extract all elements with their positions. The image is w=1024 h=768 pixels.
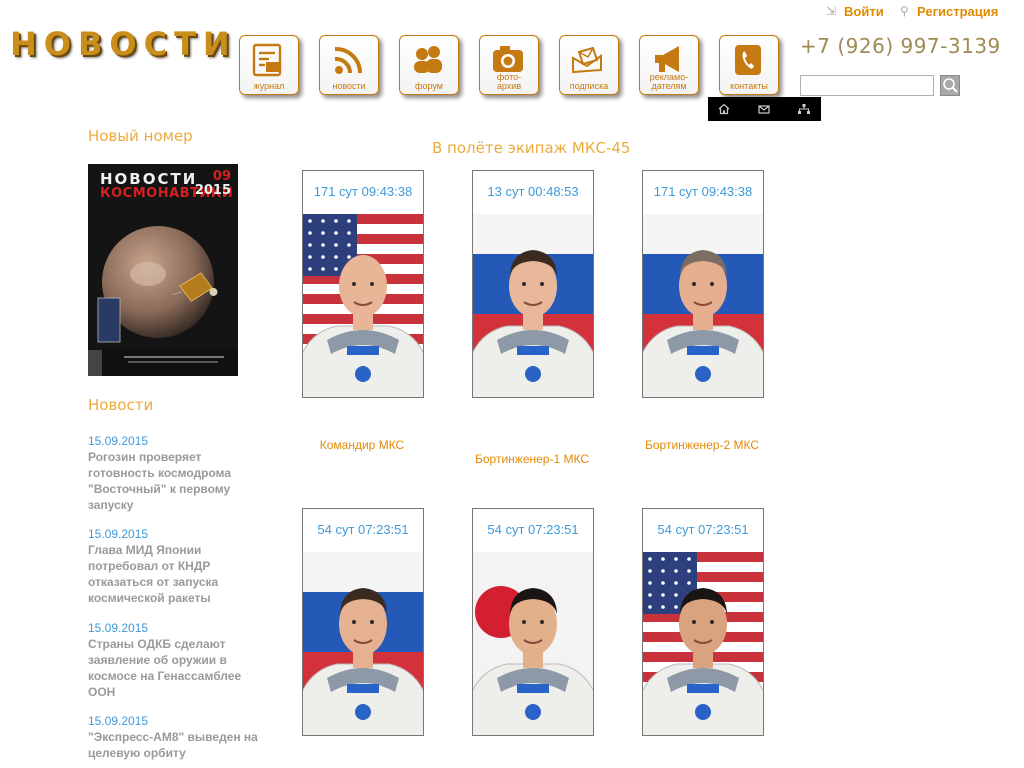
news-headline[interactable]: Глава МИД Японии потребовал от КНДР отка… (88, 542, 264, 606)
nav-button-2[interactable]: новости (319, 35, 379, 95)
crew-section-title: В полёте экипаж МКС-45 (432, 139, 631, 157)
search-input[interactable] (800, 75, 934, 96)
nav-button-6[interactable]: рекламо- дателям (639, 35, 699, 95)
news-item[interactable]: 15.09.2015 Рогозин проверяет готовность к… (88, 434, 264, 513)
flight-timer: 13 сут 00:48:53 (487, 184, 579, 199)
crew-photo[interactable] (643, 552, 763, 735)
nav-button-7[interactable]: контакты (719, 35, 779, 95)
nav-label: фото- архив (496, 72, 522, 91)
register-icon: ⚲ (900, 4, 909, 18)
nav-button-5[interactable]: подписка (559, 35, 619, 95)
new-issue-title: Новый номер (88, 127, 193, 145)
nav-label: контакты (730, 81, 768, 91)
site-logo[interactable]: НОВОСТИ (10, 26, 237, 62)
crew-card[interactable]: 171 сут 09:43:38 (642, 170, 764, 398)
nav-button-1[interactable]: журнал (239, 35, 299, 95)
crew-card[interactable]: 54 сут 07:23:51 (302, 508, 424, 736)
crew-card[interactable]: 54 сут 07:23:51 (472, 508, 594, 736)
news-title: Новости (88, 396, 154, 414)
news-item[interactable]: 15.09.2015 Глава МИД Японии потребовал от… (88, 527, 264, 606)
nav-label: журнал (253, 81, 285, 91)
nav-label: подписка (569, 81, 609, 91)
phone-number: +7 (926) 997-3139 (800, 34, 1001, 58)
crew-card[interactable]: 171 сут 09:43:38 (302, 170, 424, 398)
register-link[interactable]: Регистрация (917, 4, 998, 19)
crew-photo[interactable] (473, 552, 593, 735)
flight-timer: 54 сут 07:23:51 (487, 522, 579, 537)
nav-label: рекламо- дателям (649, 72, 689, 91)
nav-button-4[interactable]: фото- архив (479, 35, 539, 95)
news-date[interactable]: 15.09.2015 (88, 434, 264, 449)
nav-label: новости (332, 81, 366, 91)
flight-timer: 171 сут 09:43:38 (313, 184, 413, 199)
crew-photo[interactable] (643, 214, 763, 397)
news-item[interactable]: 15.09.2015 "Экспресс-АМ8" выведен на целе… (88, 714, 264, 761)
login-icon: ⇲ (826, 4, 837, 18)
news-headline[interactable]: "Экспресс-АМ8" выведен на целевую орбиту (88, 729, 264, 761)
sitemap-icon[interactable] (796, 101, 812, 117)
crew-card[interactable]: 13 сут 00:48:53 (472, 170, 594, 398)
envelopes-icon (572, 46, 602, 74)
users-icon (414, 46, 442, 73)
news-headline[interactable]: Рогозин проверяет готовность космодрома … (88, 449, 264, 513)
flight-timer: 54 сут 07:23:51 (657, 522, 749, 537)
crew-photo[interactable] (303, 552, 423, 735)
search-button[interactable] (940, 75, 960, 96)
crew-role-label[interactable]: Командир МКС (292, 438, 432, 452)
rss-icon (334, 47, 363, 74)
news-headline[interactable]: Страны ОДКБ сделают заявление об оружии … (88, 636, 264, 700)
crew-photo[interactable] (473, 214, 593, 397)
magazine-icon (252, 43, 282, 77)
crew-card[interactable]: 54 сут 07:23:51 (642, 508, 764, 736)
mail-icon[interactable] (756, 101, 772, 117)
cover-issue-number: 09 2015 (194, 169, 231, 198)
crew-photo[interactable] (303, 214, 423, 397)
login-link[interactable]: Войти (844, 4, 884, 19)
news-date[interactable]: 15.09.2015 (88, 621, 264, 636)
crew-role-label[interactable]: Бортинженер-2 МКС (632, 438, 772, 452)
phone-icon (735, 45, 761, 75)
nav-label: форум (415, 81, 443, 91)
search-icon (943, 78, 958, 93)
quick-links-bar (708, 97, 821, 121)
news-date[interactable]: 15.09.2015 (88, 527, 264, 542)
magazine-cover[interactable]: НОВОСТИ КОСМОНАВТИКИ 09 2015 (88, 164, 238, 376)
news-date[interactable]: 15.09.2015 (88, 714, 264, 729)
crew-role-label[interactable]: Бортинженер-1 МКС (462, 452, 602, 466)
flight-timer: 54 сут 07:23:51 (317, 522, 409, 537)
news-item[interactable]: 15.09.2015 Страны ОДКБ сделают заявление … (88, 621, 264, 700)
nav-button-3[interactable]: форум (399, 35, 459, 95)
home-icon[interactable] (716, 101, 732, 117)
flight-timer: 171 сут 09:43:38 (653, 184, 753, 199)
